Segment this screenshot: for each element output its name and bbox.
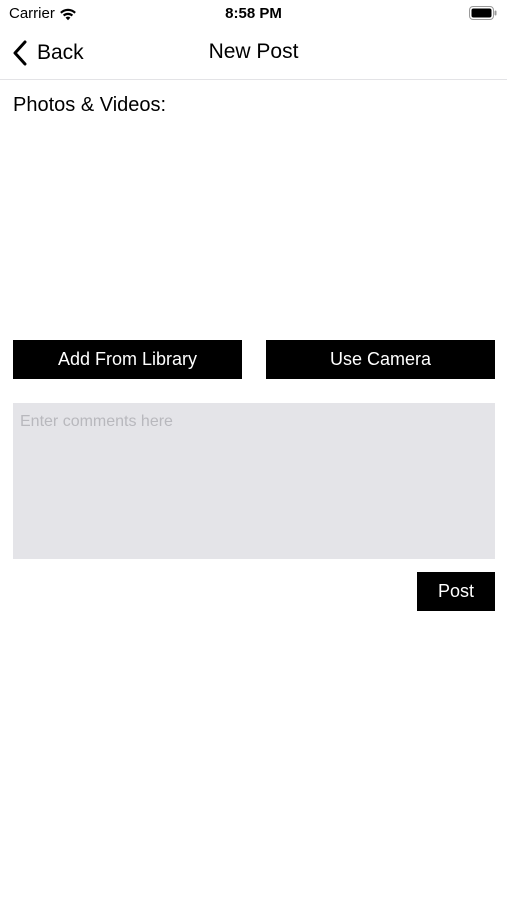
- status-time: 8:58 PM: [225, 5, 282, 22]
- comments-input[interactable]: [13, 403, 495, 559]
- photos-videos-label: Photos & Videos:: [13, 94, 167, 116]
- page-title: New Post: [208, 40, 299, 63]
- use-camera-button[interactable]: Use Camera: [266, 340, 495, 379]
- media-area: [13, 125, 495, 325]
- post-button[interactable]: Post: [417, 572, 495, 611]
- status-bar: Carrier 8:58 PM: [0, 0, 507, 28]
- navigation-bar: Back New Post: [0, 28, 507, 80]
- add-from-library-button[interactable]: Add From Library: [13, 340, 242, 379]
- battery-icon: [469, 6, 497, 20]
